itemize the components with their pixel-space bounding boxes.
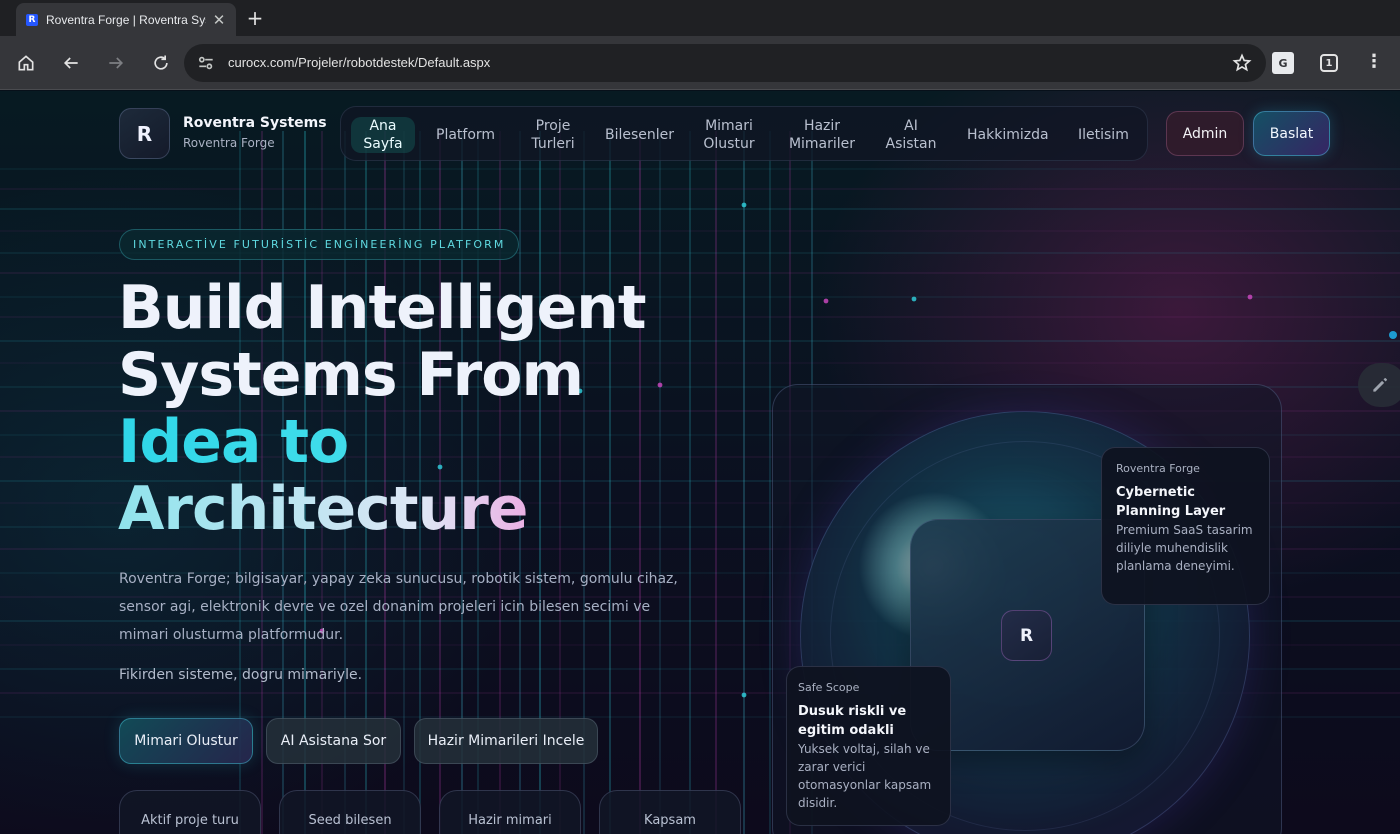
translate-icon[interactable]: G (1272, 52, 1294, 74)
card-kicker: Roventra Forge (1116, 462, 1200, 475)
nav-hakkimizda[interactable]: Hakkimizda (967, 117, 1049, 153)
card-title: Dusuk riskli ve egitim odakli (798, 704, 907, 738)
grid-node (741, 692, 747, 698)
safe-scope-card: Safe Scope Dusuk riskli ve egitim odakli… (786, 666, 951, 826)
site-favicon-icon: R (26, 13, 38, 26)
start-button[interactable]: Baslat (1253, 111, 1330, 156)
stat-card: Aktif proje turu (119, 790, 261, 834)
admin-button[interactable]: Admin (1166, 111, 1244, 156)
edge-indicator (1389, 331, 1397, 339)
grid-node (1247, 294, 1253, 300)
nav-ana-sayfa[interactable]: Ana Sayfa (351, 117, 415, 153)
nav-platform[interactable]: Platform (436, 117, 495, 153)
forward-icon[interactable] (103, 50, 129, 76)
nav-iletisim[interactable]: Iletisim (1078, 117, 1129, 153)
nav-hazir-mimariler[interactable]: Hazir Mimariler (786, 117, 858, 153)
card-title: Cybernetic Planning Layer (1116, 485, 1226, 519)
card-body: Premium SaaS tasarim diliyle muhendislik… (1116, 523, 1253, 573)
site-settings-icon[interactable] (196, 53, 216, 73)
close-tab-icon[interactable]: ✕ (210, 11, 228, 29)
ask-ai-button[interactable]: AI Asistana Sor (266, 718, 401, 764)
hero-title-line: Build Intelligent (118, 273, 647, 343)
browser-toolbar: curocx.com/Projeler/robotdestek/Default.… (0, 36, 1400, 90)
grid-node (823, 298, 829, 304)
brand-logo[interactable]: R (119, 108, 170, 159)
tab-count-icon[interactable]: 1 (1320, 54, 1338, 72)
browser-tab[interactable]: R Roventra Forge | Roventra Systems ✕ (16, 3, 236, 36)
create-architecture-button[interactable]: Mimari Olustur (119, 718, 253, 764)
home-icon[interactable] (13, 50, 39, 76)
stat-card: Hazir mimari (439, 790, 581, 834)
stat-card: Kapsam (599, 790, 741, 834)
url-text[interactable]: curocx.com/Projeler/robotdestek/Default.… (228, 55, 490, 70)
browser-tab-strip: R Roventra Forge | Roventra Systems ✕ + (0, 0, 1400, 36)
nav-proje-turleri[interactable]: Proje Turleri (529, 117, 577, 153)
brand-subtitle: Roventra Forge (183, 136, 275, 150)
browse-architectures-button[interactable]: Hazir Mimarileri Incele (414, 718, 598, 764)
hero-title: Build Intelligent Systems From Idea to A… (118, 275, 758, 543)
reload-icon[interactable] (148, 50, 174, 76)
menu-icon[interactable]: ⋮ (1364, 52, 1384, 72)
hero-title-line: Systems From (118, 340, 584, 410)
hero-title-highlight: Idea to (118, 409, 758, 476)
hero-description: Roventra Forge; bilgisayar, yapay zeka s… (119, 571, 678, 643)
nav-ai-asistan[interactable]: AI Asistan (885, 117, 937, 153)
address-bar[interactable]: curocx.com/Projeler/robotdestek/Default.… (184, 44, 1266, 82)
grid-node (741, 202, 747, 208)
stat-card: Seed bilesen (279, 790, 421, 834)
nav-bilesenler[interactable]: Bilesenler (605, 117, 674, 153)
tab-title: Roventra Forge | Roventra Systems (46, 12, 206, 27)
hero-kicker: INTERACTİVE FUTURİSTİC ENGİNEERİNG PLATF… (119, 229, 520, 260)
card-kicker: Safe Scope (798, 681, 860, 694)
back-icon[interactable] (58, 50, 84, 76)
web-page: R Roventra Systems Roventra Forge Ana Sa… (0, 91, 1400, 834)
hero-tagline: Fikirden sisteme, dogru mimariyle. (119, 667, 363, 683)
grid-node (911, 296, 917, 302)
bookmark-star-icon[interactable] (1232, 53, 1252, 73)
nav-mimari-olustur[interactable]: Mimari Olustur (703, 117, 755, 153)
hero-title-highlight: Architecture (118, 476, 758, 543)
edit-pencil-icon[interactable] (1358, 363, 1400, 407)
new-tab-icon[interactable]: + (244, 6, 266, 30)
core-logo: R (1001, 610, 1052, 661)
planning-layer-card: Roventra Forge Cybernetic Planning Layer… (1101, 447, 1270, 605)
main-nav: Ana Sayfa Platform Proje Turleri Bilesen… (340, 106, 1148, 161)
brand-name: Roventra Systems (183, 115, 327, 131)
card-body: Yuksek voltaj, silah ve zarar verici oto… (798, 742, 932, 810)
